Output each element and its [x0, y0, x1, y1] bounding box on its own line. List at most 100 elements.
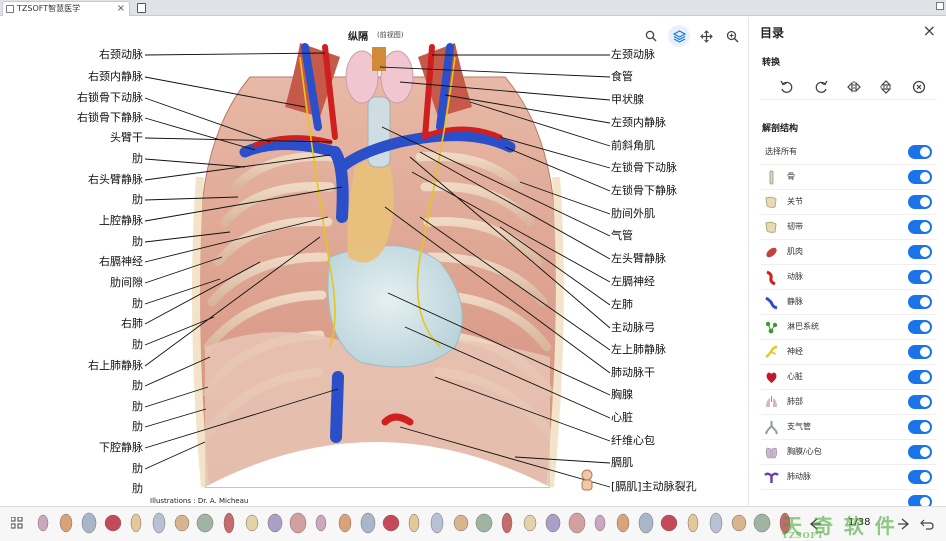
layer-toggle-artery[interactable] — [908, 270, 932, 284]
layer-row-bronchus[interactable]: 支气管 — [761, 415, 937, 440]
label-right-lung[interactable]: 右肺 — [121, 317, 143, 331]
flip-horizontal-icon[interactable] — [845, 78, 863, 96]
label-left-ijv[interactable]: 左颈内静脉 — [611, 116, 666, 130]
slide-thumbnail[interactable] — [194, 511, 216, 535]
layer-toggle-partial[interactable] — [908, 495, 932, 506]
layer-row-vein[interactable]: 静脉 — [761, 290, 937, 315]
rotate-left-icon[interactable] — [778, 78, 796, 96]
next-page-icon[interactable] — [897, 517, 911, 531]
layer-row-nerve[interactable]: 神经 — [761, 340, 937, 365]
label-right-subclavian-artery[interactable]: 右锁骨下动脉 — [77, 91, 143, 105]
slide-thumbnail[interactable] — [55, 511, 77, 535]
label-intercostal-space[interactable]: 肋间隙 — [110, 276, 143, 290]
browser-tab[interactable]: TZSOFT智慧医学 × — [2, 1, 130, 16]
slide-thumbnail[interactable] — [380, 511, 402, 535]
label-right-subclavian-vein[interactable]: 右锁骨下静脉 — [77, 111, 143, 125]
move-icon[interactable] — [695, 25, 717, 47]
label-rib[interactable]: 肋 — [132, 462, 143, 476]
label-heart[interactable]: 心脏 — [611, 411, 633, 425]
label-thymus[interactable]: 胸腺 — [611, 388, 633, 402]
label-rib[interactable]: 肋 — [132, 193, 143, 207]
slide-thumbnail[interactable] — [612, 511, 634, 535]
label-brachiocephalic-trunk[interactable]: 头臂干 — [110, 131, 143, 145]
layer-row-lung[interactable]: 肺部 — [761, 390, 937, 415]
layer-row-pulmonary-artery[interactable]: 肺动脉 — [761, 465, 937, 490]
layer-toggle-muscle[interactable] — [908, 245, 932, 259]
layer-row-joint[interactable]: 关节 — [761, 190, 937, 215]
label-left-brachiocephalic-vein[interactable]: 左头臂静脉 — [611, 252, 666, 266]
slide-thumbnail[interactable] — [334, 511, 356, 535]
slide-thumbnail[interactable] — [473, 511, 495, 535]
layer-row-bone[interactable]: 骨 — [761, 165, 937, 190]
label-rib[interactable]: 肋 — [132, 235, 143, 249]
slide-thumbnail[interactable] — [78, 511, 100, 535]
layer-toggle-pleura[interactable] — [908, 445, 932, 459]
layer-toggle-ligament[interactable] — [908, 220, 932, 234]
slide-thumbnail[interactable] — [148, 511, 170, 535]
window-control-icon[interactable] — [936, 2, 944, 10]
slide-thumbnail[interactable] — [310, 511, 332, 535]
layer-toggle-bone[interactable] — [908, 170, 932, 184]
label-rib[interactable]: 肋 — [132, 400, 143, 414]
label-right-brachiocephalic-vein[interactable]: 右头臂静脉 — [88, 173, 143, 187]
label-left-lung[interactable]: 左肺 — [611, 298, 633, 312]
slide-thumbnail[interactable] — [496, 511, 518, 535]
label-external-intercostal[interactable]: 肋间外肌 — [611, 207, 655, 221]
label-aortic-arch[interactable]: 主动脉弓 — [611, 321, 655, 335]
label-trachea[interactable]: 气管 — [611, 229, 633, 243]
layer-toggle-lymph[interactable] — [908, 320, 932, 334]
slide-thumbnail[interactable] — [589, 511, 611, 535]
label-ivc[interactable]: 下腔静脉 — [99, 441, 143, 455]
slide-thumbnail[interactable] — [519, 511, 541, 535]
slide-thumbnail[interactable] — [751, 511, 773, 535]
layer-row-heart[interactable]: 心脏 — [761, 365, 937, 390]
layer-toggle-nerve[interactable] — [908, 345, 932, 359]
label-diaphragm[interactable]: 膈肌 — [611, 456, 633, 470]
layer-toggle-joint[interactable] — [908, 195, 932, 209]
slide-thumbnail[interactable] — [32, 511, 54, 535]
label-aortic-hiatus[interactable]: [膈肌]主动脉裂孔 — [611, 480, 697, 494]
slide-thumbnail[interactable] — [125, 511, 147, 535]
slide-thumbnail[interactable] — [635, 511, 657, 535]
flip-vertical-icon[interactable] — [877, 78, 895, 96]
label-fibrous-pericardium[interactable]: 纤维心包 — [611, 434, 655, 448]
label-svc[interactable]: 上腔静脉 — [99, 214, 143, 228]
reset-icon[interactable] — [910, 78, 928, 96]
label-right-phrenic-nerve[interactable]: 右膈神经 — [99, 255, 143, 269]
layers-icon[interactable] — [668, 25, 690, 47]
layer-toggle-pulmonary-artery[interactable] — [908, 470, 932, 484]
slide-thumbnail[interactable] — [450, 511, 472, 535]
layer-toggle-lung[interactable] — [908, 395, 932, 409]
label-left-subclavian-artery[interactable]: 左锁骨下动脉 — [611, 161, 677, 175]
label-right-ijv[interactable]: 右颈内静脉 — [88, 70, 143, 84]
slide-thumbnail[interactable] — [682, 511, 704, 535]
label-right-superior-pulmonary-vein[interactable]: 右上肺静脉 — [88, 359, 143, 373]
layer-toggle-bronchus[interactable] — [908, 420, 932, 434]
label-rib[interactable]: 肋 — [132, 379, 143, 393]
slide-thumbnail[interactable] — [566, 511, 588, 535]
search-icon[interactable] — [640, 25, 662, 47]
rotate-right-icon[interactable] — [812, 78, 830, 96]
label-esophagus[interactable]: 食管 — [611, 70, 633, 84]
slide-thumbnail[interactable] — [357, 511, 379, 535]
label-pulmonary-trunk[interactable]: 肺动脉干 — [611, 366, 655, 380]
slide-thumbnail[interactable] — [287, 511, 309, 535]
close-icon[interactable]: × — [923, 21, 936, 40]
label-rib[interactable]: 肋 — [132, 482, 143, 496]
select-all-toggle[interactable] — [908, 145, 932, 159]
new-tab-icon[interactable] — [137, 3, 146, 13]
label-rib[interactable]: 肋 — [132, 152, 143, 166]
return-icon[interactable] — [920, 517, 934, 531]
grid-icon[interactable] — [11, 517, 23, 529]
atlas-viewer[interactable]: 纵隔 (前视图) 右颈动脉 右颈内静脉 右锁骨下动脉 右锁骨下静脉 头臂干 肋 … — [0, 17, 748, 506]
layer-row-lymph[interactable]: 淋巴系统 — [761, 315, 937, 340]
label-rib[interactable]: 肋 — [132, 297, 143, 311]
label-left-carotid[interactable]: 左颈动脉 — [611, 48, 655, 62]
label-left-superior-pulmonary-vein[interactable]: 左上肺静脉 — [611, 343, 666, 357]
label-anterior-scalene[interactable]: 前斜角肌 — [611, 139, 655, 153]
slide-thumbnail[interactable] — [426, 511, 448, 535]
select-all-row[interactable]: 选择所有 — [761, 140, 937, 165]
label-left-phrenic-nerve[interactable]: 左膈神经 — [611, 275, 655, 289]
label-left-subclavian-vein[interactable]: 左锁骨下静脉 — [611, 184, 677, 198]
slide-thumbnail[interactable] — [403, 511, 425, 535]
